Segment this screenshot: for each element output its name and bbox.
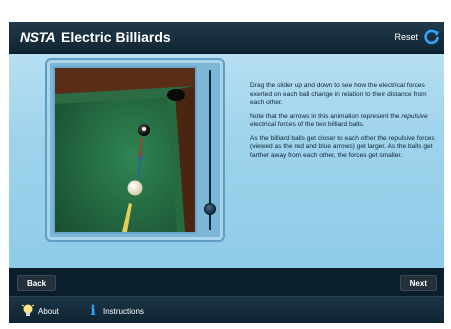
distance-slider-handle[interactable] xyxy=(204,203,216,216)
emphasis-text: repulsive xyxy=(401,112,428,120)
instructions-button[interactable]: i Instructions xyxy=(87,303,144,319)
instructions-text: Drag the slider up and down to see how t… xyxy=(250,82,440,166)
about-button[interactable]: About xyxy=(22,303,59,319)
nsta-logo: NSTA xyxy=(20,29,56,45)
billiards-animation xyxy=(53,66,197,234)
description-text: electrical forces of the two billiard ba… xyxy=(250,121,365,129)
footer-bar: About i Instructions xyxy=(9,296,444,323)
simulation-panel xyxy=(45,58,225,242)
instructions-label: Instructions xyxy=(103,306,144,316)
cue-ball xyxy=(127,180,143,196)
billiards-scene xyxy=(55,68,195,232)
description-paragraph-2: Note that the arrows in this animation r… xyxy=(250,113,440,130)
lightbulb-icon xyxy=(22,304,34,316)
description-paragraph-3: As the billiard balls get closer to each… xyxy=(250,134,435,159)
header-bar: NSTA Electric Billiards Reset xyxy=(9,22,444,52)
description-paragraph-1: Drag the slider up and down to see how t… xyxy=(250,82,427,107)
refresh-icon xyxy=(424,29,439,45)
app-window: NSTA Electric Billiards Reset Drag the s… xyxy=(9,22,444,323)
reset-button[interactable]: Reset xyxy=(394,27,440,47)
description-text: Note that the arrows in this animation r… xyxy=(250,112,402,120)
next-button[interactable]: Next xyxy=(399,275,437,291)
info-icon: i xyxy=(90,303,96,319)
content-area: Drag the slider up and down to see how t… xyxy=(9,54,444,268)
app-title: Electric Billiards xyxy=(61,29,171,45)
about-label: About xyxy=(38,306,59,316)
back-button[interactable]: Back xyxy=(17,275,57,291)
reset-label: Reset xyxy=(394,32,418,42)
navigation-bar: Back Next xyxy=(9,268,444,296)
